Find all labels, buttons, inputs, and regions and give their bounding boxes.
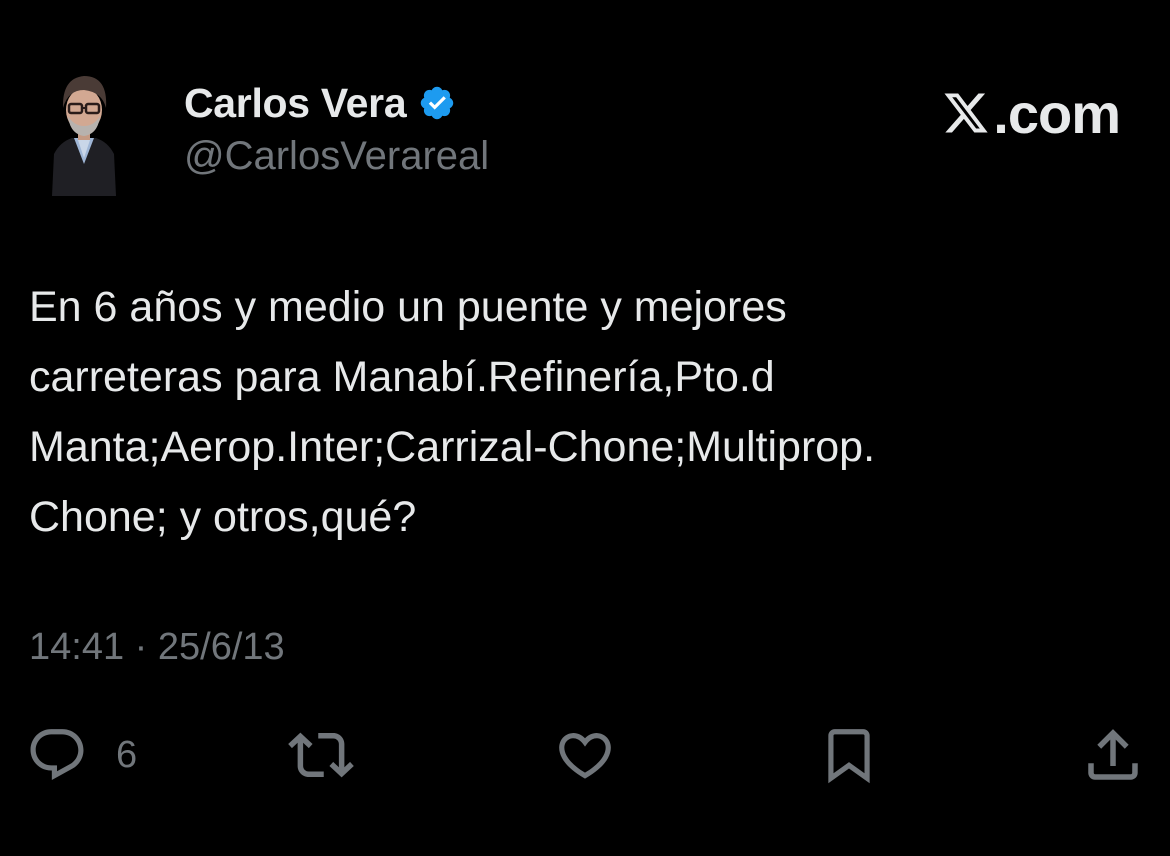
tweet-card: Carlos Vera @CarlosVerareal .com En 6 añ… <box>0 0 1170 856</box>
brand-watermark: .com <box>941 81 1121 145</box>
tweet-date[interactable]: 25/6/13 <box>158 626 285 668</box>
bookmark-icon <box>828 729 870 784</box>
reply-icon <box>30 729 84 781</box>
bookmark-button[interactable] <box>818 715 880 795</box>
verified-badge-icon <box>418 84 456 122</box>
meta-separator: · <box>134 626 148 668</box>
x-logo-icon <box>944 93 988 133</box>
brand-domain: .com <box>993 81 1121 145</box>
author-block[interactable]: Carlos Vera @CarlosVerareal <box>184 78 489 179</box>
author-handle[interactable]: @CarlosVerareal <box>184 134 489 179</box>
share-button[interactable] <box>1080 715 1146 795</box>
reply-count: 6 <box>116 733 138 776</box>
repost-icon <box>288 732 354 778</box>
avatar[interactable] <box>50 68 118 196</box>
like-button[interactable] <box>554 715 616 795</box>
tweet-meta: 14:41 · 25/6/13 <box>29 626 285 669</box>
repost-button[interactable] <box>288 715 354 795</box>
tweet-time[interactable]: 14:41 <box>29 626 124 668</box>
avatar-image <box>50 68 118 196</box>
reply-button[interactable]: 6 <box>26 715 137 795</box>
name-row: Carlos Vera <box>184 78 489 128</box>
heart-icon <box>559 733 611 779</box>
action-bar: 6 <box>0 715 1170 795</box>
display-name[interactable]: Carlos Vera <box>184 80 407 127</box>
share-icon <box>1088 729 1138 780</box>
tweet-text: En 6 años y medio un puente y mejores ca… <box>29 283 876 541</box>
